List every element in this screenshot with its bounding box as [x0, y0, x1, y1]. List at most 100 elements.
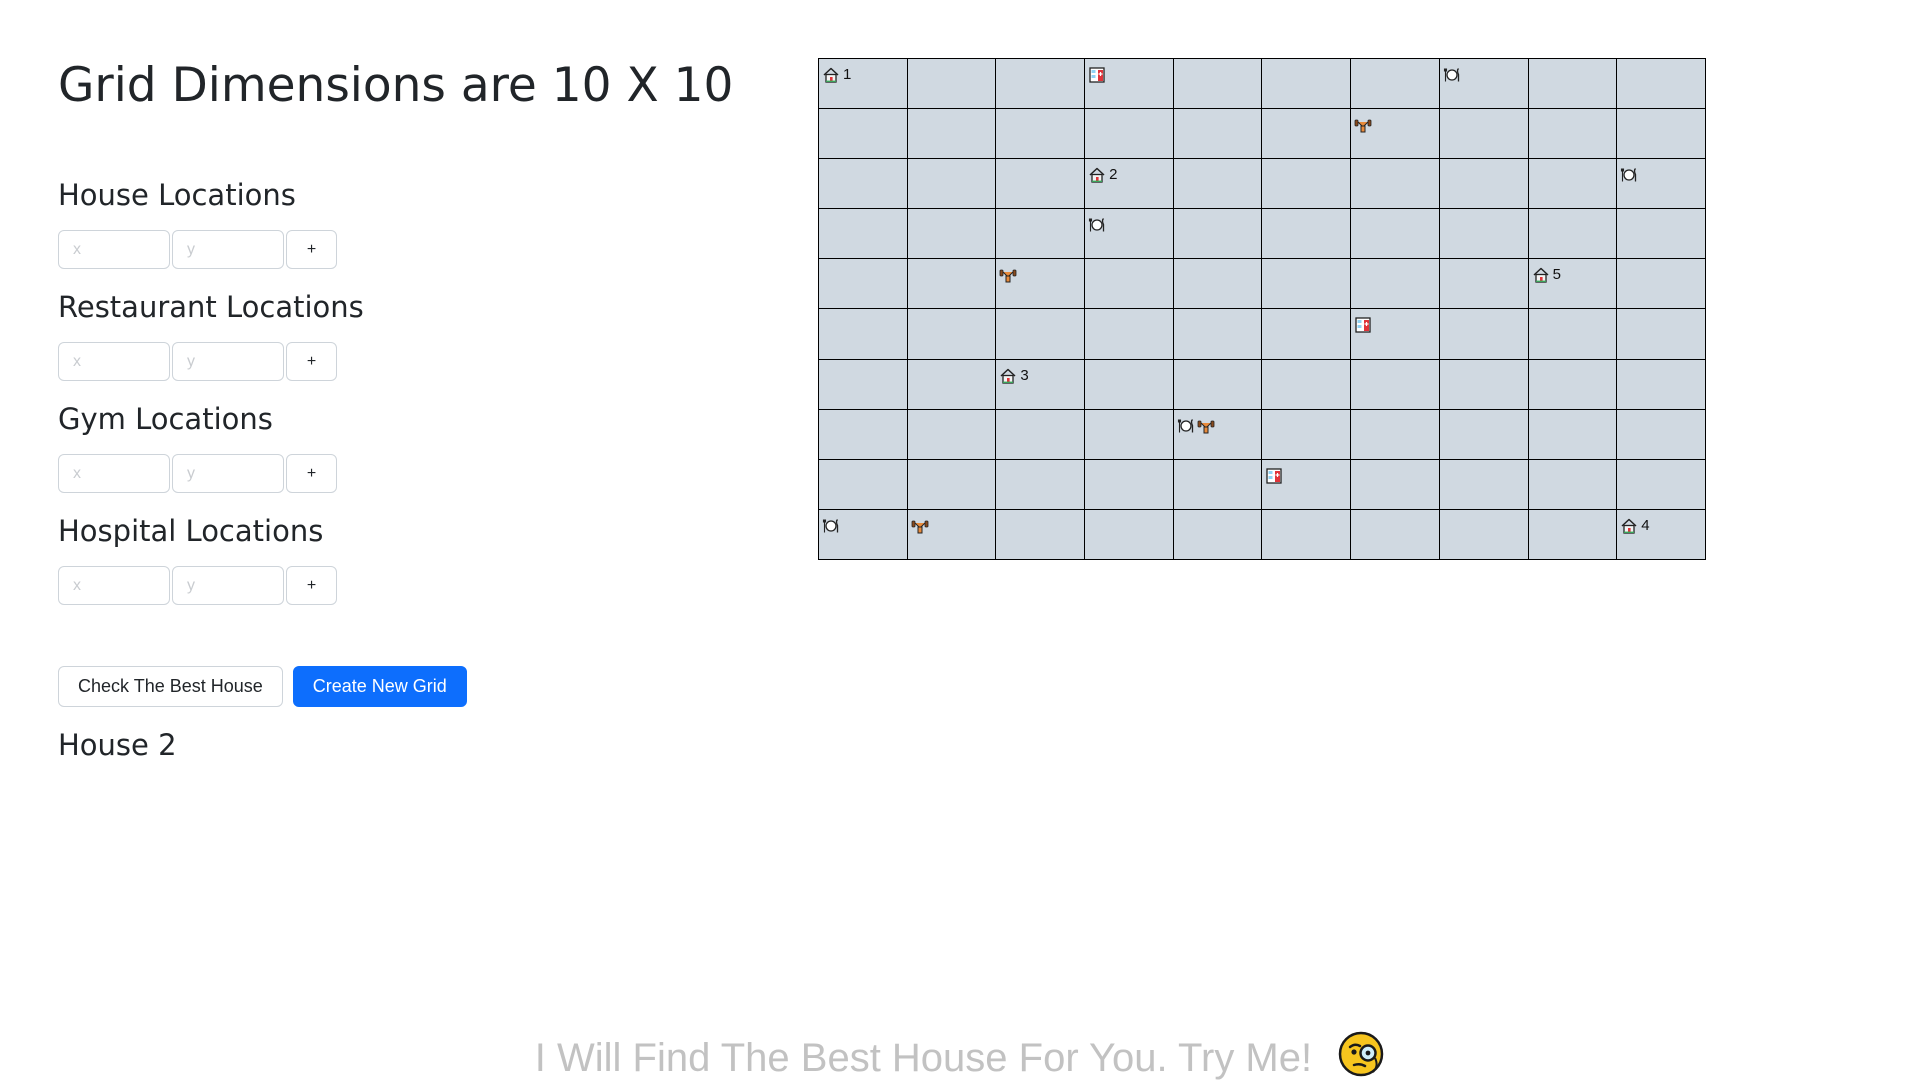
- face-with-monocle-icon: [1337, 1030, 1385, 1078]
- grid-cell: [1439, 159, 1529, 210]
- grid-cell: [1085, 259, 1174, 310]
- house-input-row: +: [58, 230, 398, 269]
- grid-cell: [1617, 109, 1706, 160]
- grid-cell: [1262, 209, 1352, 260]
- house-y-input[interactable]: [172, 230, 284, 269]
- grid-cell: [1173, 209, 1263, 260]
- restaurant-icon: [1088, 216, 1106, 234]
- gym-icon: [1197, 417, 1215, 435]
- grid-cell: [1528, 509, 1618, 560]
- grid-cell: [1617, 159, 1706, 210]
- grid-cell: [996, 459, 1086, 510]
- grid-cell: [1173, 59, 1263, 110]
- grid-cell: [1085, 109, 1174, 160]
- grid-cell: [996, 209, 1086, 260]
- grid-cell: 3: [996, 359, 1086, 410]
- restaurant-icon: [1443, 66, 1461, 84]
- grid-cell: [819, 209, 908, 260]
- restaurant-icon: [1620, 166, 1638, 184]
- add-house-button[interactable]: +: [286, 230, 337, 269]
- grid-cell: [1351, 459, 1440, 510]
- grid-cell: [819, 509, 908, 560]
- house-number-label: 4: [1641, 516, 1650, 534]
- restaurant-icon: [1177, 417, 1195, 435]
- grid-cell: [1085, 209, 1174, 260]
- grid-cell: [1262, 109, 1352, 160]
- gym-icon: [911, 517, 929, 535]
- grid-cell: [1617, 209, 1706, 260]
- grid-cell: [1528, 309, 1618, 360]
- grid-cell: [1173, 459, 1263, 510]
- add-restaurant-button[interactable]: +: [286, 342, 337, 381]
- grid-cell: [1173, 259, 1263, 310]
- grid-cell: [1439, 359, 1529, 410]
- house-number-label: 3: [1020, 366, 1029, 384]
- grid-cell: [1085, 359, 1174, 410]
- grid-cell: [1085, 409, 1174, 460]
- restaurant-y-input[interactable]: [172, 342, 284, 381]
- grid-cell: [1528, 359, 1618, 410]
- grid-cell: [1439, 109, 1529, 160]
- grid-cell: 2: [1085, 159, 1174, 210]
- add-hospital-button[interactable]: +: [286, 566, 337, 605]
- grid-cell: [1085, 59, 1174, 110]
- grid-cell: [819, 359, 908, 410]
- grid-cell: [1173, 359, 1263, 410]
- restaurant-x-input[interactable]: [58, 342, 170, 381]
- footer-tagline: I Will Find The Best House For You. Try …: [0, 1032, 1920, 1084]
- hospital-locations-heading: Hospital Locations: [58, 514, 324, 548]
- add-gym-button[interactable]: +: [286, 454, 337, 493]
- restaurant-icon: [822, 517, 840, 535]
- grid-cell: [819, 109, 908, 160]
- page-title: Grid Dimensions are 10 X 10: [58, 58, 734, 113]
- grid-cell: [1351, 509, 1440, 560]
- grid-cell: [1262, 159, 1352, 210]
- grid-cell: [1262, 59, 1352, 110]
- hospital-y-input[interactable]: [172, 566, 284, 605]
- grid-cell: [1173, 309, 1263, 360]
- grid-cell: [1085, 459, 1174, 510]
- grid-cell: [996, 59, 1086, 110]
- grid-cell: [1351, 409, 1440, 460]
- grid-cell: [1351, 359, 1440, 410]
- house-x-input[interactable]: [58, 230, 170, 269]
- action-bar: Check The Best House Create New Grid: [58, 666, 467, 707]
- grid-cell: [996, 509, 1086, 560]
- grid-cell: [907, 459, 997, 510]
- grid-cell: [1173, 509, 1263, 560]
- hospital-x-input[interactable]: [58, 566, 170, 605]
- gym-locations-heading: Gym Locations: [58, 402, 273, 436]
- grid-cell: [1262, 409, 1352, 460]
- grid-cell: [1528, 409, 1618, 460]
- grid-cell: [1528, 159, 1618, 210]
- hospital-icon: [1088, 66, 1106, 84]
- grid-cell: [1528, 209, 1618, 260]
- grid-cell: [1439, 59, 1529, 110]
- check-best-house-button[interactable]: Check The Best House: [58, 666, 283, 707]
- house-icon: [1532, 266, 1550, 284]
- grid-cell: [1617, 259, 1706, 310]
- grid-cell: [1173, 409, 1263, 460]
- grid-cell: [819, 309, 908, 360]
- grid-cell: [1173, 159, 1263, 210]
- house-icon: [999, 367, 1017, 385]
- grid-cell: [1439, 309, 1529, 360]
- grid-cell: [1439, 259, 1529, 310]
- grid-cell: [996, 309, 1086, 360]
- grid-cell: [1262, 259, 1352, 310]
- grid-cell: 4: [1617, 509, 1706, 560]
- house-icon: [822, 66, 840, 84]
- grid-cell: [907, 359, 997, 410]
- hospital-input-row: +: [58, 566, 398, 605]
- create-new-grid-button[interactable]: Create New Grid: [292, 666, 467, 707]
- grid-cell: [1351, 259, 1440, 310]
- gym-y-input[interactable]: [172, 454, 284, 493]
- grid-cell: [1085, 309, 1174, 360]
- grid-cell: [907, 309, 997, 360]
- grid-cell: [819, 409, 908, 460]
- house-number-label: 5: [1552, 266, 1561, 284]
- restaurant-input-row: +: [58, 342, 398, 381]
- grid-cell: [819, 159, 908, 210]
- restaurant-locations-section: Restaurant Locations +: [58, 290, 398, 381]
- gym-x-input[interactable]: [58, 454, 170, 493]
